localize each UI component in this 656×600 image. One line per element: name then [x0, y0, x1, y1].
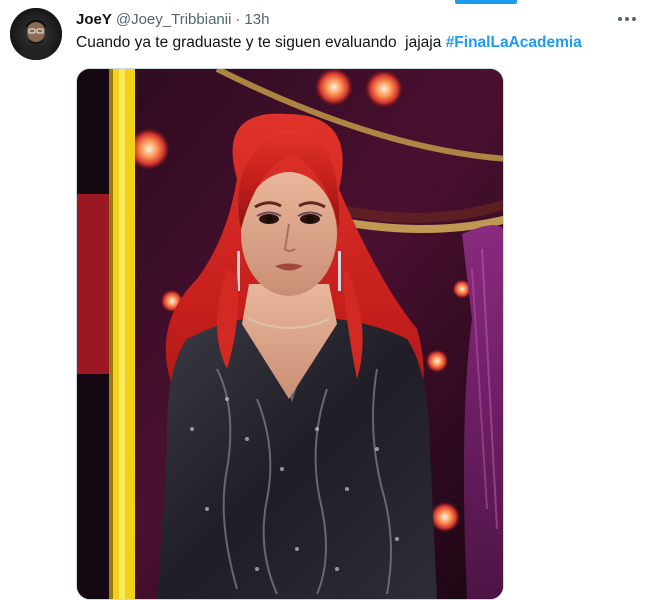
user-handle[interactable]: @Joey_Tribbianii	[116, 11, 232, 28]
tweet-text: Cuando ya te graduaste y te siguen evalu…	[76, 33, 582, 53]
tweet[interactable]: JoeY @Joey_Tribbianii · 13h Cuando ya te…	[0, 0, 656, 600]
tweet-header: JoeY @Joey_Tribbianii · 13h	[76, 9, 269, 29]
avatar[interactable]	[10, 8, 62, 60]
timestamp[interactable]: 13h	[244, 11, 269, 28]
display-name[interactable]: JoeY	[76, 11, 112, 28]
hashtag-link[interactable]: #FinalLaAcademia	[446, 34, 582, 51]
separator-dot: ·	[235, 10, 241, 28]
tweet-body: Cuando ya te graduaste y te siguen evalu…	[76, 34, 446, 51]
more-icon[interactable]	[612, 8, 642, 30]
tweet-photo[interactable]	[76, 68, 504, 600]
